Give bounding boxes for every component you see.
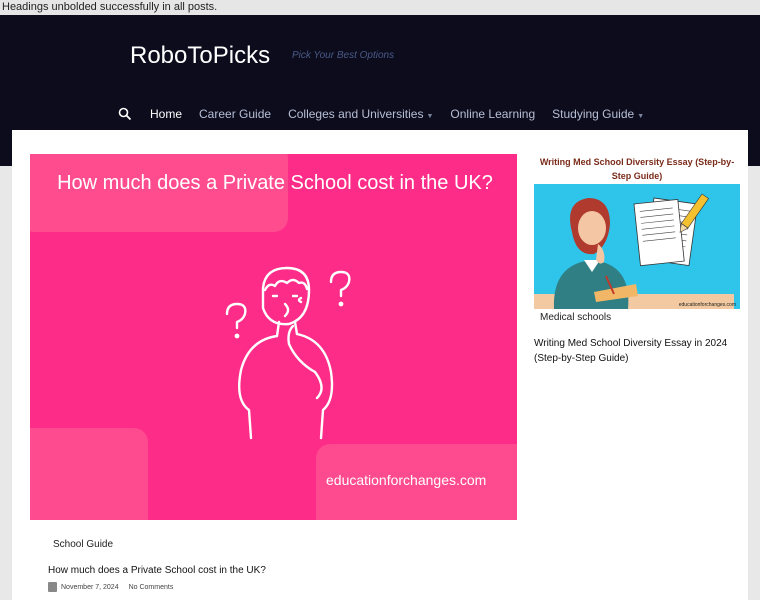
sidebar-image-title: Writing Med School Diversity Essay (Step… <box>534 154 740 184</box>
sidebar-post-category[interactable]: Medical schools <box>540 312 611 323</box>
nav-item-label: Studying Guide <box>552 107 635 121</box>
post-comments[interactable]: No Comments <box>129 584 174 591</box>
student-writing-illustration <box>534 193 734 309</box>
chevron-down-icon: ▼ <box>637 113 645 120</box>
calendar-icon <box>48 582 57 592</box>
nav-item-colleges-and-universities[interactable]: Colleges and Universities ▼ <box>288 107 433 121</box>
nav-item-career-guide[interactable]: Career Guide <box>199 107 271 121</box>
sidebar-post-image[interactable]: Writing Med School Diversity Essay (Step… <box>534 154 740 309</box>
nav-item-online-learning[interactable]: Online Learning <box>450 107 535 121</box>
featured-post-image[interactable]: How much does a Private School cost in t… <box>30 154 517 520</box>
featured-image-title: How much does a Private School cost in t… <box>57 172 493 194</box>
main-navigation: Home Career Guide Colleges and Universit… <box>118 107 661 121</box>
nav-item-label: Colleges and Universities <box>288 107 424 121</box>
sidebar-post-title[interactable]: Writing Med School Diversity Essay in 20… <box>534 336 744 366</box>
thinking-person-illustration <box>225 266 351 440</box>
featured-image-site: educationforchanges.com <box>326 472 487 488</box>
chevron-down-icon: ▼ <box>426 113 434 120</box>
site-title[interactable]: RoboToPicks <box>130 42 270 70</box>
admin-notice: Headings unbolded successfully in all po… <box>0 0 760 15</box>
content-area: How much does a Private School cost in t… <box>12 130 748 600</box>
sidebar-image-site: educationforchanges.com <box>678 302 736 308</box>
post-title[interactable]: How much does a Private School cost in t… <box>48 565 266 576</box>
post-category[interactable]: School Guide <box>53 539 113 550</box>
nav-item-studying-guide[interactable]: Studying Guide ▼ <box>552 107 644 121</box>
site-tagline: Pick Your Best Options <box>292 50 395 61</box>
search-icon[interactable] <box>118 107 132 121</box>
decorative-shape <box>30 428 148 520</box>
post-date: November 7, 2024 <box>61 583 119 591</box>
nav-item-home[interactable]: Home <box>150 107 182 121</box>
post-meta: November 7, 2024 No Comments <box>48 582 173 592</box>
